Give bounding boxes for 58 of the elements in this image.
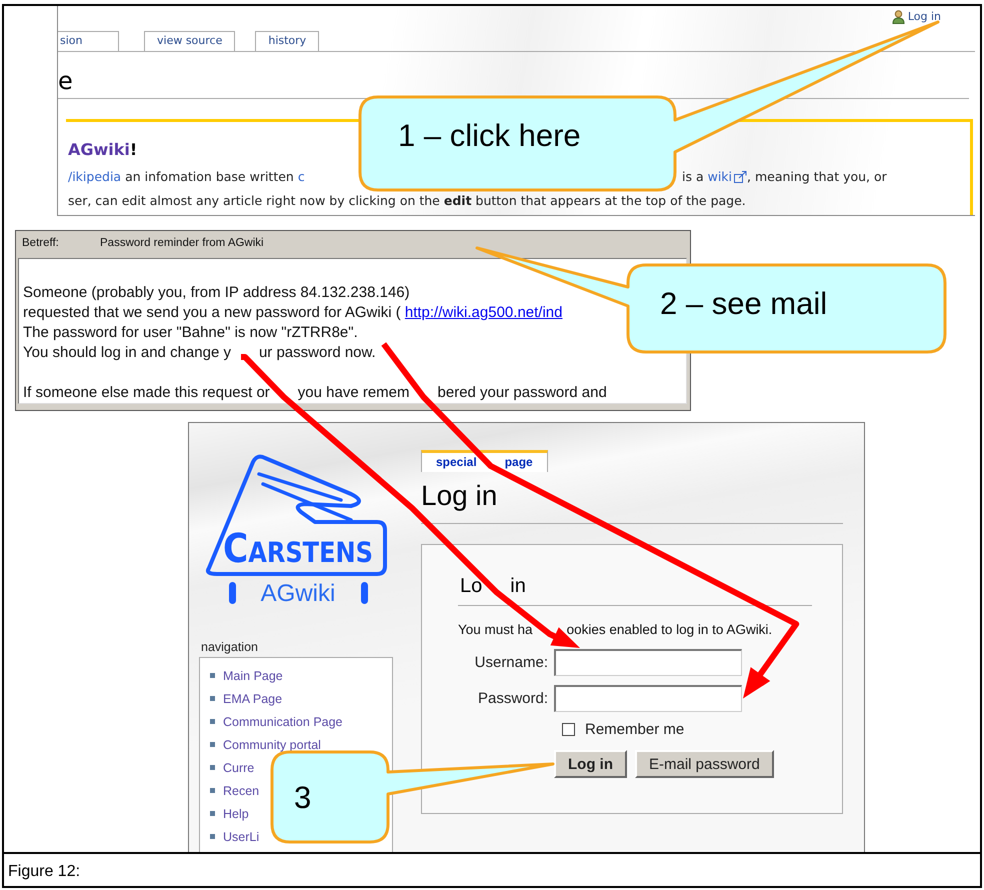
remember-checkbox[interactable] [562, 723, 575, 736]
login-link[interactable]: Log in [892, 8, 941, 25]
nav-link[interactable]: Recen [223, 784, 260, 798]
wiki-name: AGwiki [260, 580, 336, 605]
bullet-icon [210, 696, 215, 701]
field-label: Password: [476, 690, 548, 707]
page-tab[interactable]: sion [58, 31, 119, 51]
input-field[interactable] [554, 685, 742, 712]
intro-text: , meaning that you, or [747, 168, 887, 186]
welcome-heading: AGwiki! [68, 140, 138, 159]
page-tab[interactable]: history [255, 31, 320, 51]
bullet-icon [210, 719, 215, 724]
article-link[interactable]: /ikipedia [68, 165, 122, 189]
remember-label: Remember me [585, 721, 684, 738]
mail-subject: Password reminder from AGwiki [100, 237, 264, 249]
mail-text-line: Someone (probably you, from IP address 84.132.238.146) [23, 283, 410, 303]
bullet-icon [210, 834, 215, 839]
mail-link[interactable]: http://wiki.ag500.net/ind [404, 304, 562, 321]
nav-link[interactable]: Curre [223, 760, 254, 774]
logo-wordmark: CARSTENS [223, 526, 391, 572]
intro-text: is a [682, 168, 705, 186]
nav-title: navigation [201, 640, 259, 654]
external-link-icon [734, 171, 748, 183]
intro-text: ser, can edit almost any article right now by clicking on the edit button that appears at the top of the page. [68, 192, 747, 210]
wiki-link[interactable]: AGwiki [68, 140, 130, 159]
mail-text-line: requested that we send you a new password for AGwiki ( http://wiki.ag500.net/ind [23, 303, 562, 323]
nav-link[interactable]: Community portal [223, 738, 321, 752]
page-tab[interactable]: view source [144, 31, 236, 51]
callout-text: 2 – see mail [660, 286, 828, 321]
field-label: Username: [474, 654, 548, 671]
figure-caption: Figure 12: [8, 863, 80, 880]
mail-text-line: If someone else made this request or you have remem bered your password and [23, 383, 607, 403]
user-icon [892, 10, 905, 24]
email-password-button[interactable]: E-mail password [635, 750, 774, 778]
form-heading: Lo in [458, 573, 812, 606]
cookie-note: You must ha ookies enabled to log in to AGwiki. [458, 622, 772, 637]
callout-text: 1 – click here [398, 118, 581, 153]
nav-link[interactable]: UserLi [223, 830, 260, 844]
page-tab[interactable]: special page [421, 450, 548, 472]
bullet-icon [210, 765, 215, 770]
nav-link[interactable]: EMA Page [223, 692, 282, 706]
bullet-icon [210, 742, 215, 747]
nav-link[interactable]: Help [223, 806, 249, 820]
mail-text-line: You should log in and change y ur password now. [23, 343, 376, 363]
bullet-icon [210, 811, 215, 816]
intro-text: an infomation base written [124, 168, 295, 186]
input-field[interactable] [554, 649, 742, 676]
mail-text-line: The password for user "Bahne" is now "rZTRR8e". [23, 323, 358, 343]
page-title: Log in [421, 480, 498, 511]
callout-text: 3 [294, 780, 312, 815]
bullet-icon [210, 788, 215, 793]
nav-link[interactable]: Communication Page [223, 714, 343, 728]
external-link[interactable]: wiki [708, 165, 748, 189]
login-button[interactable]: Log in [554, 750, 627, 778]
article-link[interactable]: c [298, 165, 305, 189]
nav-link[interactable]: Main Page [223, 668, 283, 682]
subject-label: Betreff: [22, 237, 60, 249]
bullet-icon [210, 673, 215, 678]
